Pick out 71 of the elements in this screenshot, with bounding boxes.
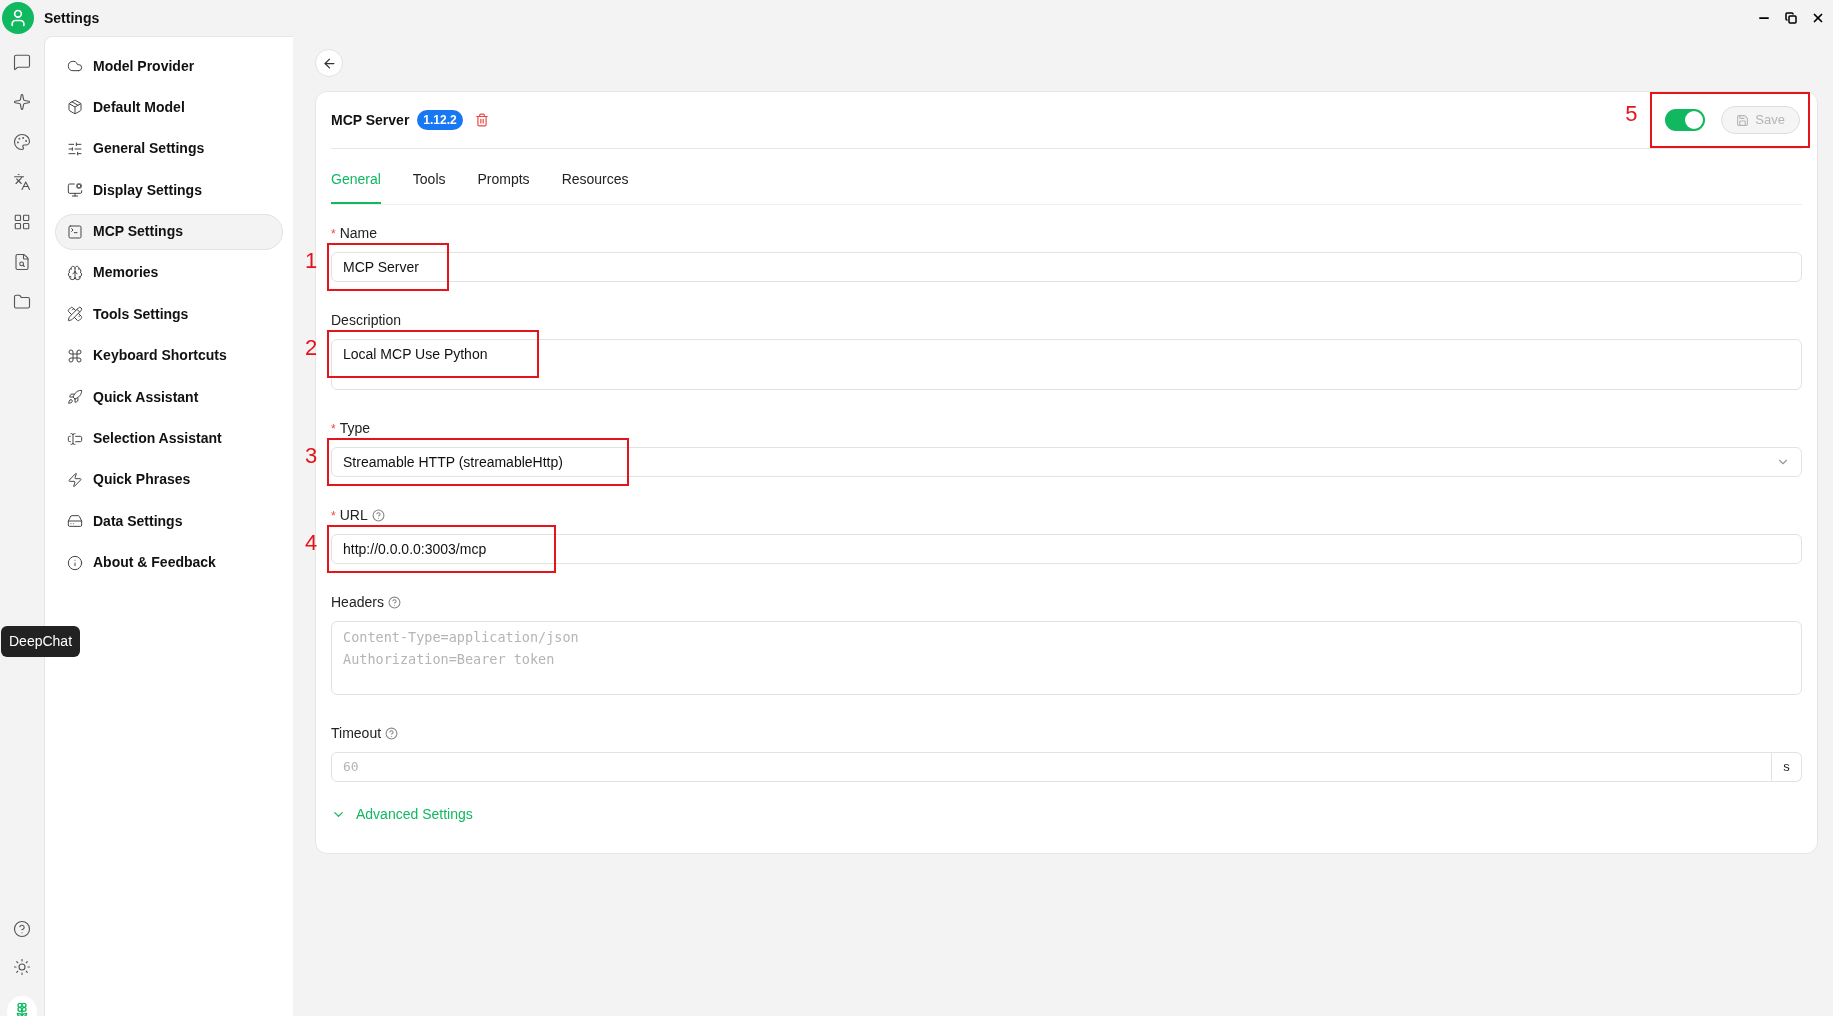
sidebar-item[interactable]: MCP Settings — [55, 213, 283, 250]
sidebar-item[interactable]: Selection Assistant — [55, 420, 283, 457]
tab[interactable]: Resources — [561, 169, 629, 204]
field-label: URL — [339, 506, 368, 525]
window-title: Settings — [44, 8, 100, 28]
terminal-icon — [67, 223, 83, 240]
box-icon — [67, 99, 83, 116]
sidebar-item[interactable]: About & Feedback — [55, 544, 283, 581]
enable-toggle[interactable] — [1665, 109, 1706, 131]
sidebar-item[interactable]: Quick Phrases — [55, 461, 283, 498]
chat-icon[interactable] — [13, 53, 31, 71]
close-icon[interactable] — [1811, 11, 1825, 25]
delete-icon[interactable] — [474, 113, 489, 127]
sidebar-item[interactable]: Default Model — [55, 89, 283, 126]
drive-icon — [67, 513, 83, 530]
grid-icon[interactable] — [13, 213, 31, 231]
unit-suffix: s — [1772, 752, 1802, 782]
palette-icon[interactable] — [13, 133, 31, 151]
command-icon — [67, 347, 83, 364]
required-mark: * — [331, 420, 336, 438]
sun-icon[interactable] — [13, 958, 31, 976]
avatar-icon[interactable] — [2, 2, 34, 34]
lightning-icon — [67, 471, 83, 488]
text-cursor-icon — [67, 430, 83, 447]
back-button[interactable] — [315, 49, 343, 77]
translate-icon[interactable] — [13, 173, 31, 191]
tab[interactable]: Prompts — [477, 169, 530, 204]
required-mark: * — [331, 507, 336, 525]
input-field[interactable]: http://0.0.0.0:3003/mcp — [331, 534, 1802, 564]
annotation-number: 1 — [305, 250, 318, 272]
sidebar-item[interactable]: Model Provider — [55, 48, 283, 84]
sidebar-item[interactable]: Tools Settings — [55, 296, 283, 333]
sliders-icon — [67, 140, 83, 157]
annotation-number: 4 — [305, 532, 318, 554]
select-field[interactable]: Streamable HTTP (streamableHttp) — [331, 447, 1802, 477]
sidebar-item[interactable]: Keyboard Shortcuts — [55, 337, 283, 374]
back-arrow-icon — [321, 55, 337, 71]
sidebar-item[interactable]: Display Settings — [55, 172, 283, 209]
field-label: Headers — [331, 593, 384, 612]
timeout-field[interactable]: 60 — [331, 752, 1772, 782]
sidebar-item[interactable]: General Settings — [55, 130, 283, 167]
textarea-field[interactable]: Local MCP Use Python — [331, 339, 1802, 390]
input-field[interactable]: MCP Server — [331, 252, 1802, 282]
sidebar-item[interactable]: Data Settings — [55, 503, 283, 540]
tab[interactable]: Tools — [412, 169, 446, 204]
server-title: MCP Server — [331, 110, 410, 130]
field-label: Timeout — [331, 724, 382, 743]
brain-icon — [67, 264, 83, 281]
field-label: Description — [331, 311, 402, 330]
restore-icon[interactable] — [1785, 12, 1797, 24]
save-icon — [1736, 113, 1750, 127]
file-search-icon[interactable] — [13, 253, 31, 271]
version-badge: 1.12.2 — [417, 110, 463, 130]
info-icon — [67, 554, 83, 571]
field-label: Name — [339, 224, 378, 243]
sparkle-icon[interactable] — [13, 93, 31, 111]
sidebar-item[interactable]: Memories — [55, 254, 283, 291]
required-mark: * — [331, 225, 336, 243]
annotation-number: 5 — [1625, 103, 1638, 125]
annotation-number: 2 — [305, 337, 318, 359]
field-label: Type — [339, 419, 371, 438]
folder-icon[interactable] — [13, 293, 31, 311]
sidebar-item[interactable]: Quick Assistant — [55, 379, 283, 416]
annotation-number: 3 — [305, 445, 318, 467]
monitor-icon — [67, 182, 83, 199]
help-icon[interactable] — [13, 920, 31, 938]
pencil-ruler-icon — [67, 306, 83, 323]
rocket-icon — [67, 389, 83, 406]
headers-field[interactable]: Content-Type=application/json Authorization=Bearer token — [331, 621, 1802, 695]
tooltip: DeepChat — [1, 626, 81, 657]
cloud-icon — [67, 58, 83, 74]
